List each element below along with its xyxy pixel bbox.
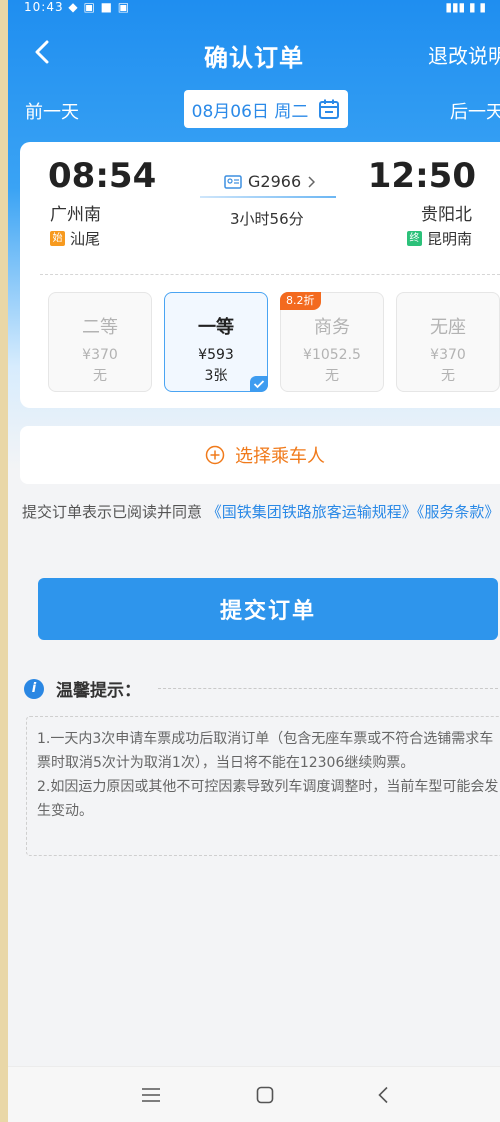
chevron-right-icon bbox=[308, 175, 316, 188]
seat-price: ¥370 bbox=[82, 347, 118, 363]
seat-availability: 无 bbox=[441, 368, 455, 384]
seat-price: ¥1052.5 bbox=[303, 347, 361, 363]
calendar-icon bbox=[319, 99, 340, 119]
page-title: 确认订单 bbox=[204, 44, 304, 72]
origin-station: 始 汕尾 bbox=[50, 228, 100, 249]
system-nav-bar bbox=[8, 1066, 500, 1122]
status-left: 10:43 ◆ ▣ ■ ▣ bbox=[24, 0, 131, 14]
status-right: ▮▮▮ ▮ ▮ bbox=[445, 0, 486, 14]
seat-option-first-class[interactable]: 一等 ¥593 3张 bbox=[164, 292, 268, 392]
select-passenger-label: 选择乘车人 bbox=[235, 446, 325, 467]
status-bar: 10:43 ◆ ▣ ■ ▣ ▮▮▮ ▮ ▮ bbox=[8, 0, 500, 18]
date-picker[interactable]: 08月06日 周二 bbox=[184, 90, 348, 128]
id-card-icon bbox=[224, 174, 242, 189]
seat-option-second-class[interactable]: 二等 ¥370 无 bbox=[48, 292, 152, 392]
home-button[interactable] bbox=[250, 1081, 280, 1109]
train-number-link[interactable]: G2966 bbox=[224, 172, 316, 191]
date-bar: 前一天 08月06日 周二 后一天 bbox=[8, 90, 500, 130]
departure-station: 广州南 bbox=[50, 205, 101, 225]
discount-badge: 8.2折 bbox=[280, 292, 321, 310]
back-arrow-icon bbox=[378, 1086, 388, 1104]
seat-name: 无座 bbox=[430, 317, 466, 338]
tips-divider bbox=[158, 688, 498, 689]
tips-content: 1.一天内3次申请车票成功后取消订单（包含无座车票或不符合选铺需求车票时取消5次… bbox=[26, 716, 500, 856]
menu-button[interactable] bbox=[136, 1081, 166, 1109]
tips-title: 温馨提示： bbox=[56, 681, 141, 701]
tip-line-2: 2.如因运力原因或其他不可控因素导致列车调度调整时，当前车型可能会发生变动。 bbox=[37, 779, 499, 819]
departure-time: 08:54 bbox=[48, 156, 157, 196]
seat-availability: 无 bbox=[325, 368, 339, 384]
card-divider bbox=[40, 274, 500, 275]
agreement-text: 提交订单表示已阅读并同意 《国铁集团铁路旅客运输规程》《服务条款》 bbox=[22, 498, 500, 526]
tip-line-1: 1.一天内3次申请车票成功后取消订单（包含无座车票或不符合选铺需求车票时取消5次… bbox=[37, 731, 494, 771]
menu-icon bbox=[142, 1088, 160, 1102]
terminal-label: 昆明南 bbox=[426, 230, 472, 248]
origin-tag: 始 bbox=[50, 231, 65, 246]
date-label: 08月06日 周二 bbox=[191, 101, 309, 122]
seat-name: 一等 bbox=[198, 317, 234, 338]
seat-name: 二等 bbox=[82, 317, 118, 338]
next-day-button[interactable]: 后一天 bbox=[450, 98, 500, 124]
refund-rules-link[interactable]: 退改说明 bbox=[428, 40, 500, 69]
origin-label: 汕尾 bbox=[70, 230, 101, 248]
seat-option-no-seat[interactable]: 无座 ¥370 无 bbox=[396, 292, 500, 392]
trip-duration: 3小时56分 bbox=[230, 210, 304, 228]
submit-order-button[interactable]: 提交订单 bbox=[38, 578, 498, 640]
system-back-button[interactable] bbox=[368, 1081, 398, 1109]
arrival-station: 贵阳北 bbox=[421, 205, 472, 225]
terminal-station: 终 昆明南 bbox=[406, 228, 472, 249]
train-number: G2966 bbox=[248, 172, 302, 191]
seat-availability: 无 bbox=[93, 368, 107, 384]
terminal-tag: 终 bbox=[406, 231, 422, 246]
seat-price: ¥370 bbox=[430, 347, 466, 363]
seat-name: 商务 bbox=[314, 317, 350, 338]
selected-check-icon bbox=[250, 376, 268, 392]
app-frame: 10:43 ◆ ▣ ■ ▣ ▮▮▮ ▮ ▮ 确认订单 退改说明 前一天 08月0… bbox=[8, 0, 500, 1122]
service-terms-link[interactable]: 《服务条款》 bbox=[417, 503, 500, 521]
arrival-time: 12:50 bbox=[367, 156, 476, 196]
home-square-icon bbox=[256, 1086, 274, 1104]
info-icon: i bbox=[24, 678, 44, 699]
tips-header: i 温馨提示： bbox=[24, 676, 141, 701]
plus-circle-icon bbox=[205, 445, 225, 465]
select-passenger-button[interactable]: 选择乘车人 bbox=[20, 426, 500, 484]
route-line bbox=[200, 196, 336, 198]
railway-rules-link[interactable]: 《国铁集团铁路旅客运输规程》 bbox=[207, 503, 417, 521]
nav-bar: 确认订单 退改说明 bbox=[8, 28, 500, 78]
seat-price: ¥593 bbox=[198, 347, 234, 363]
trip-card: 08:54 12:50 广州南 贵阳北 始 汕尾 终 昆明南 G2966 3小时… bbox=[20, 142, 500, 408]
agreement-prefix: 提交订单表示已阅读并同意 bbox=[22, 503, 203, 521]
prev-day-button[interactable]: 前一天 bbox=[25, 98, 79, 124]
